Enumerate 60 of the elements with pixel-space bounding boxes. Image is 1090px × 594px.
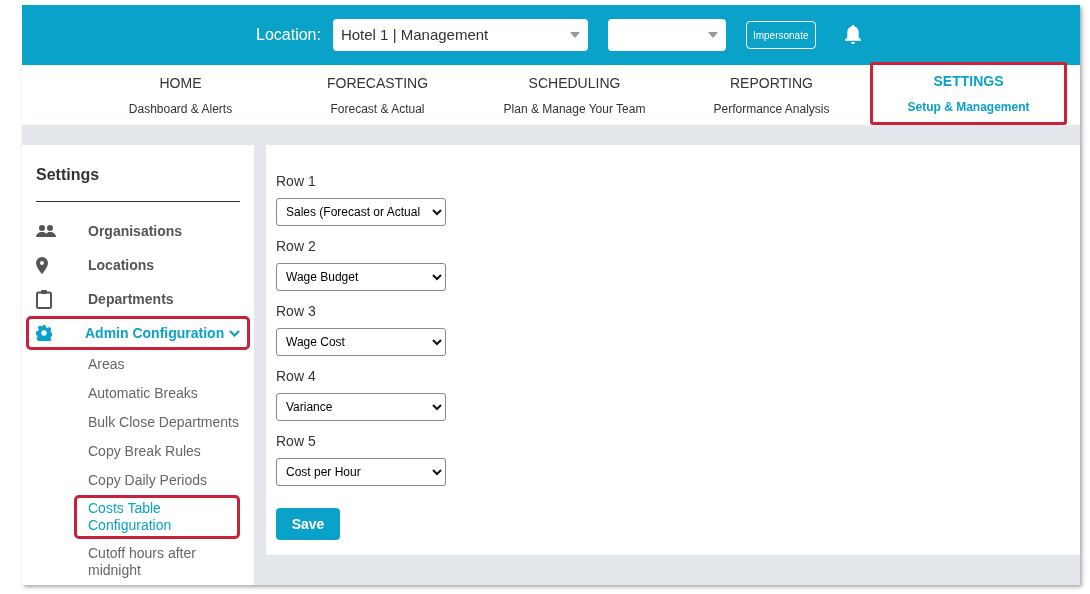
sidebar-item[interactable]: Locations — [36, 248, 240, 282]
dropdown-caret-icon — [569, 32, 580, 38]
select-field[interactable]: Variance — [276, 393, 446, 421]
chevron-down-icon — [432, 338, 442, 346]
chevron-down-icon — [432, 273, 442, 281]
nav-tab-title: REPORTING — [730, 73, 813, 93]
nav-tab-subtitle: Performance Analysis — [713, 100, 830, 118]
sidebar-item-label: Organisations — [88, 221, 184, 241]
nav-tab-subtitle: Plan & Manage Your Team — [503, 100, 646, 118]
chevron-down-icon — [229, 329, 240, 337]
select-value: Wage Cost — [286, 334, 345, 351]
row-label: Row 3 — [276, 302, 317, 321]
nav-tab-title: HOME — [159, 73, 202, 93]
nav-tab[interactable]: HOME Dashboard & Alerts — [82, 65, 279, 125]
sidebar-item[interactable]: Organisations — [36, 214, 240, 248]
nav-tab-title: SETTINGS — [933, 72, 1004, 91]
sidebar-item[interactable]: Departments — [36, 282, 240, 316]
submenu-item[interactable]: Copy Break Rules — [88, 437, 240, 466]
submenu-item[interactable]: Copy Daily Periods — [88, 466, 240, 495]
dropdown-caret-icon — [707, 32, 718, 38]
location-value: Hotel 1 | Management — [340, 24, 489, 45]
submenu-item[interactable]: Automatic Breaks — [88, 379, 240, 408]
chevron-down-icon — [432, 403, 442, 411]
nav-tab-title: SCHEDULING — [528, 73, 621, 93]
row-label: Row 2 — [276, 237, 317, 256]
submenu-item[interactable]: Bulk Close Departments — [88, 408, 240, 437]
nav-tab-subtitle: Dashboard & Alerts — [128, 100, 233, 118]
submenu-item[interactable]: Cutoff hours after midnight — [88, 539, 240, 585]
location-label: Location: — [256, 25, 321, 45]
location-pin-icon — [36, 256, 48, 274]
location-select[interactable]: Hotel 1 | Management — [332, 19, 588, 51]
select-field[interactable] — [607, 19, 726, 51]
select-field[interactable]: Wage Budget — [276, 263, 446, 291]
select-value: Sales (Forecast or Actual — [286, 204, 421, 221]
select-value: Wage Budget — [286, 269, 359, 286]
notification-bell-icon[interactable] — [843, 25, 862, 45]
sidebar-item-label: Departments — [88, 289, 175, 309]
select-field[interactable]: Sales (Forecast or Actual — [276, 198, 446, 226]
chevron-down-icon — [432, 208, 442, 216]
chevron-down-icon — [432, 468, 442, 476]
nav-tab-subtitle: Setup & Management — [907, 99, 1030, 116]
people-icon — [36, 225, 56, 237]
nav-tab[interactable]: SCHEDULING Plan & Manage Your Team — [476, 65, 673, 125]
row-label: Row 1 — [276, 172, 317, 191]
sidebar-item-label: Locations — [88, 255, 156, 275]
submenu-item[interactable]: Areas — [88, 350, 240, 379]
select-value: Variance — [286, 399, 333, 416]
nav-tab-subtitle: Forecast & Actual — [330, 100, 425, 118]
nav-tab-title: FORECASTING — [326, 73, 429, 93]
clipboard-icon — [36, 289, 52, 309]
select-field[interactable]: Wage Cost — [276, 328, 446, 356]
nav-tab[interactable]: FORECASTING Forecast & Actual — [279, 65, 476, 125]
row-label: Row 4 — [276, 367, 317, 386]
row-label: Row 5 — [276, 432, 317, 451]
select-field[interactable]: Cost per Hour — [276, 458, 446, 486]
select-value: Cost per Hour — [286, 464, 361, 481]
sidebar-title: Settings — [36, 163, 240, 202]
gear-icon — [36, 325, 52, 341]
sidebar-item-label: Admin Configuration — [85, 323, 226, 343]
nav-tab[interactable]: REPORTING Performance Analysis — [673, 65, 870, 125]
